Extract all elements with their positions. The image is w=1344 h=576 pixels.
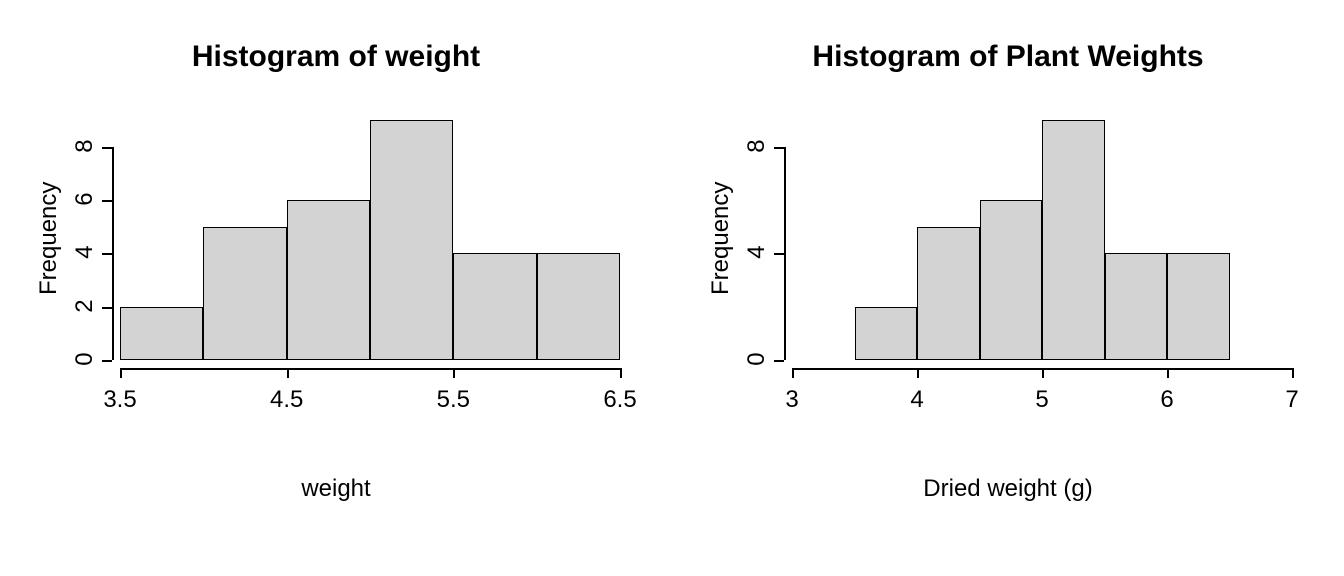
x-tick-label: 4.5 — [257, 386, 317, 414]
x-tick — [620, 368, 622, 378]
plot-area — [120, 120, 620, 360]
y-tick-label: 8 — [743, 131, 771, 161]
y-tick — [102, 253, 112, 255]
y-tick-label: 8 — [71, 131, 99, 161]
y-tick — [102, 147, 112, 149]
y-tick — [102, 360, 112, 362]
x-axis-line — [120, 368, 620, 370]
x-tick-label: 3 — [762, 386, 822, 414]
x-tick — [287, 368, 289, 378]
y-tick — [774, 253, 784, 255]
chart-title: Histogram of Plant Weights — [672, 40, 1344, 74]
x-tick — [1167, 368, 1169, 378]
histogram-bar — [1042, 120, 1105, 360]
y-axis-line — [784, 147, 786, 360]
x-tick-label: 3.5 — [90, 386, 150, 414]
histogram-bar — [855, 307, 918, 360]
y-axis-line — [112, 147, 114, 360]
y-tick-label: 6 — [71, 184, 99, 214]
histogram-bar — [370, 120, 453, 360]
histogram-bar — [287, 200, 370, 360]
histogram-bar — [980, 200, 1043, 360]
histogram-bar — [1167, 253, 1230, 360]
x-tick — [917, 368, 919, 378]
y-axis-label: Frequency — [707, 182, 735, 295]
histogram-bar — [537, 253, 620, 360]
y-tick-label: 0 — [71, 344, 99, 374]
x-tick-label: 5.5 — [423, 386, 483, 414]
y-tick-label: 2 — [71, 291, 99, 321]
histogram-bar — [453, 253, 536, 360]
chart-title: Histogram of weight — [0, 40, 672, 74]
histogram-bar — [917, 227, 980, 360]
histogram-bar — [120, 307, 203, 360]
left-panel: Histogram of weight Frequency weight 3.5 4.5… — [0, 0, 672, 576]
x-tick — [453, 368, 455, 378]
x-tick — [1042, 368, 1044, 378]
x-axis-label: Dried weight (g) — [672, 475, 1344, 503]
plot-area — [792, 120, 1292, 360]
y-tick-label: 0 — [743, 344, 771, 374]
y-tick — [102, 200, 112, 202]
x-tick-label: 5 — [1012, 386, 1072, 414]
x-tick-label: 6.5 — [590, 386, 650, 414]
y-axis-label: Frequency — [35, 182, 63, 295]
x-tick-label: 4 — [887, 386, 947, 414]
x-tick-label: 6 — [1137, 386, 1197, 414]
right-panel: Histogram of Plant Weights Frequency Dried… — [672, 0, 1344, 576]
y-tick — [102, 307, 112, 309]
x-tick-label: 7 — [1262, 386, 1322, 414]
y-tick-label: 4 — [743, 237, 771, 267]
histogram-bar — [1105, 253, 1168, 360]
y-tick — [774, 147, 784, 149]
x-axis-label: weight — [0, 475, 672, 503]
y-tick — [774, 360, 784, 362]
x-tick — [1292, 368, 1294, 378]
x-tick — [792, 368, 794, 378]
y-tick-label: 4 — [71, 237, 99, 267]
x-tick — [120, 368, 122, 378]
chart-pair: Histogram of weight Frequency weight 3.5 4.5… — [0, 0, 1344, 576]
histogram-bar — [203, 227, 286, 360]
